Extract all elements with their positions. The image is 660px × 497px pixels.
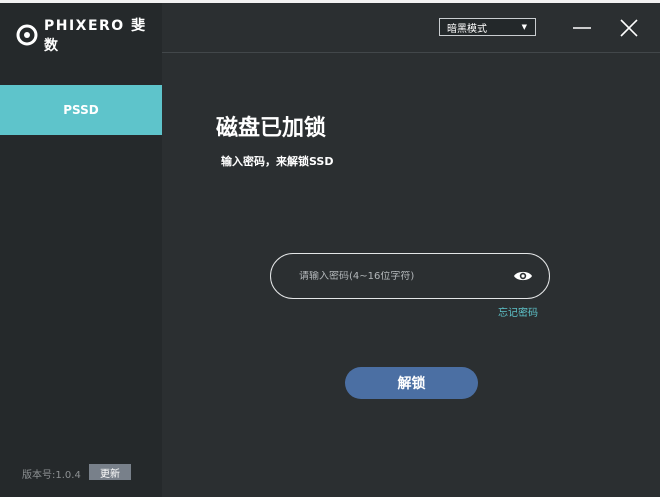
forgot-password-link[interactable]: 忘记密码 [498,304,538,319]
titlebar-divider [162,52,660,53]
page-subtitle: 输入密码，来解锁SSD [221,155,334,168]
eye-icon[interactable] [513,269,533,283]
password-input[interactable] [299,270,513,282]
theme-mode-select[interactable]: 暗黑模式 ▼ [439,18,536,36]
update-button[interactable]: 更新 [89,464,131,480]
page-title: 磁盘已加锁 [216,116,327,141]
logo-text: PHIXERO 斐数 [43,18,147,54]
update-button-label: 更新 [100,468,120,480]
phixero-logo-icon [16,24,38,46]
theme-mode-value: 暗黑模式 [447,23,487,35]
unlock-button-label: 解锁 [397,376,426,392]
close-icon [620,19,638,37]
minimize-icon [573,27,591,29]
minimize-button[interactable] [568,14,596,42]
unlock-button[interactable]: 解锁 [345,367,478,399]
sidebar-item-pssd[interactable]: PSSD [0,85,162,135]
sidebar-item-label: PSSD [63,103,99,117]
password-field[interactable] [270,253,550,299]
logo: PHIXERO 斐数 [16,18,162,54]
version-label: 版本号:1.0.4 [22,470,81,481]
sidebar: PHIXERO 斐数 PSSD 版本号:1.0.4 更新 [0,3,162,497]
close-button[interactable] [615,14,643,42]
caret-down-icon: ▼ [521,23,527,31]
